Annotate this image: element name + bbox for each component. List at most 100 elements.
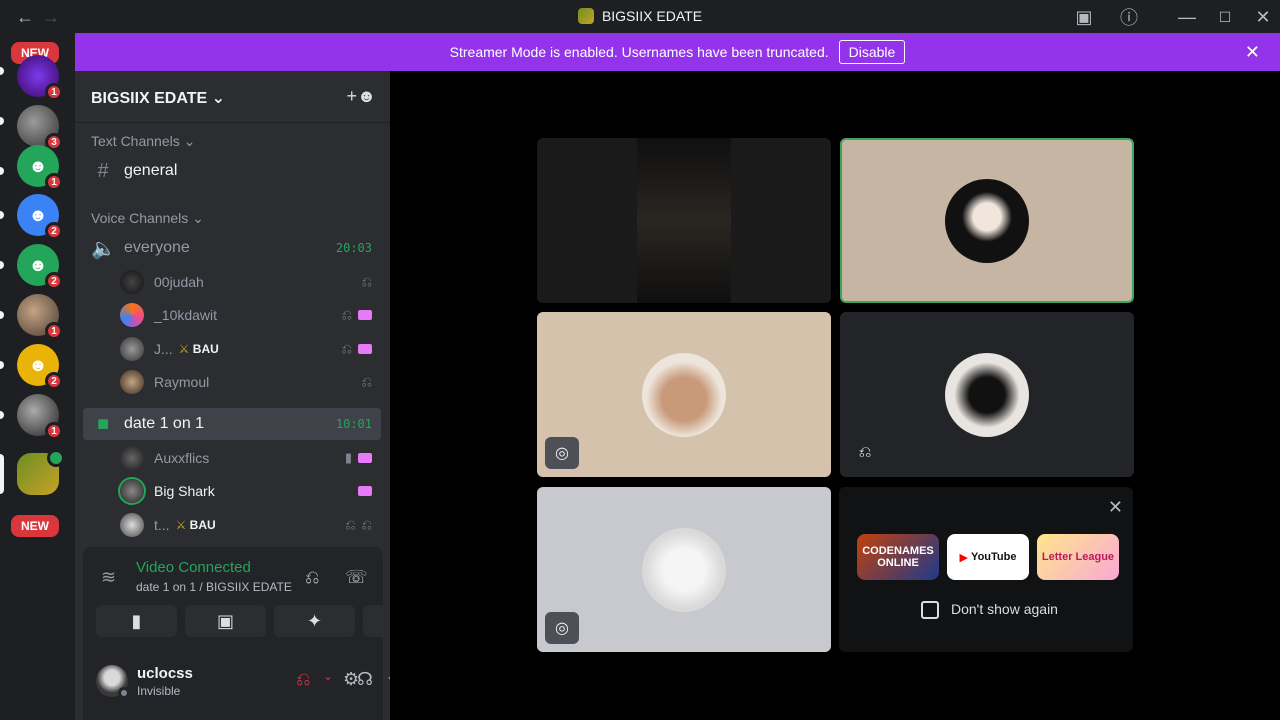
mic-muted-icon: ⎌ (341, 341, 352, 356)
lock-icon: ■ (96, 412, 110, 435)
video-tile-3[interactable]: ◎ (537, 312, 831, 477)
mic-muted-icon: ⎌ (858, 444, 872, 461)
activity-youtube[interactable]: ▶ YouTube (947, 534, 1029, 580)
stream-icon (358, 453, 372, 463)
server-icon-2[interactable]: 3 (17, 105, 63, 151)
avatar (120, 270, 144, 294)
unread-pill (0, 411, 4, 419)
voice-user[interactable]: t... ⚔ BAU ⎌ ⎌ (120, 510, 380, 540)
group-dm-icon-2[interactable]: ☻ 2 (17, 194, 63, 240)
close-banner-icon[interactable]: ✕ (1245, 42, 1260, 63)
username: Big Shark (154, 483, 215, 499)
server-icon-3[interactable]: 1 (17, 294, 63, 340)
activity-codenames[interactable]: CODENAMES ONLINE (857, 534, 939, 580)
voice-channel-everyone[interactable]: 🔈 everyone 20:03 (83, 232, 381, 264)
unread-pill (0, 67, 4, 75)
server-icon-4[interactable]: 1 (17, 394, 63, 440)
server-icon-bigsiix[interactable] (17, 449, 65, 495)
voice-user[interactable]: Auxxflics ▮ (120, 443, 380, 473)
close-window-icon[interactable]: ✕ (1250, 4, 1276, 30)
guild-header[interactable]: BIGSIIX EDATE ⌄ +☻ (75, 71, 390, 123)
mic-muted-icon: ⎌ (361, 374, 372, 389)
maximize-icon[interactable]: ☐ (1212, 4, 1238, 30)
stream-icon (358, 310, 372, 320)
mic-muted-icon: ⎌ (361, 274, 372, 289)
unread-pill (0, 167, 4, 175)
username: 00judah (154, 274, 204, 290)
channel-sidebar: BIGSIIX EDATE ⌄ +☻ Text Channels ⌄ # gen… (75, 71, 444, 720)
avatar (120, 370, 144, 394)
voice-user[interactable]: _10kdawit ⎌ (120, 300, 380, 330)
category-voice-channels[interactable]: Voice Channels ⌄ (91, 210, 204, 227)
video-tile-4[interactable]: ⎌ (840, 312, 1134, 477)
help-icon[interactable]: ⓘ (1116, 4, 1142, 30)
settings-gear-icon[interactable]: ⚙ (343, 669, 359, 690)
category-text-channels[interactable]: Text Channels ⌄ (91, 133, 195, 150)
activity-label: Letter League (1041, 551, 1115, 563)
signal-icon: ≋ (101, 567, 117, 587)
voice-user[interactable]: Big Shark (120, 476, 380, 506)
screen-share-button[interactable]: ▣ (185, 605, 266, 637)
username: Auxxflics (154, 450, 210, 466)
unread-pill (0, 117, 4, 125)
current-username[interactable]: uclocss (137, 665, 193, 682)
voice-user[interactable]: 00judah ⎌ (120, 267, 380, 297)
dont-show-again-label: Don't show again (951, 601, 1058, 617)
username: _10kdawit (154, 307, 218, 323)
avatar (120, 303, 144, 327)
noise-suppression-icon[interactable]: ⎌ (305, 567, 319, 588)
minimize-icon[interactable]: — (1174, 4, 1200, 30)
unread-pill (0, 261, 4, 269)
invite-people-icon[interactable]: +☻ (347, 86, 376, 107)
group-dm-icon-1[interactable]: ☻ 1 (17, 145, 63, 191)
category-label: Voice Channels (91, 210, 189, 226)
activities-button[interactable]: ✦ (274, 605, 355, 637)
voice-status[interactable]: Video Connected (136, 559, 251, 576)
unread-pill (0, 361, 4, 369)
disable-button[interactable]: Disable (838, 40, 906, 64)
guild-name[interactable]: BIGSIIX EDATE ⌄ (91, 88, 225, 108)
youtube-play-icon: ▶ (959, 551, 968, 564)
channel-name: date 1 on 1 (124, 415, 205, 432)
video-tile-1[interactable] (537, 138, 831, 303)
channel-general[interactable]: # general (83, 155, 381, 187)
video-tile-2-speaking[interactable] (840, 138, 1134, 303)
mic-muted-icon: ⎌ (341, 307, 352, 322)
avatar (120, 446, 144, 470)
channel-timer: 10:01 (335, 417, 372, 431)
avatar (120, 479, 144, 503)
stream-icon (358, 486, 372, 496)
voice-user[interactable]: Raymoul ⎌ (120, 367, 380, 397)
inbox-icon[interactable]: ▣ (1071, 4, 1097, 30)
live-video-feed (637, 138, 731, 303)
server-icon-1[interactable]: 1 (17, 55, 63, 101)
mention-badge: 2 (45, 222, 63, 240)
username: J... (154, 341, 173, 357)
new-badge-bottom: NEW (9, 513, 61, 539)
camera-toggle-button[interactable]: ▮ (96, 605, 177, 637)
voice-location[interactable]: date 1 on 1 / BIGSIIX EDATE (136, 580, 292, 594)
voice-user[interactable]: J... ⚔ BAU ⎌ (120, 334, 380, 364)
video-tile-5[interactable]: ◎ (537, 487, 831, 652)
mention-badge: 1 (45, 173, 63, 191)
sword-icon: ⚔ (178, 342, 190, 356)
disconnect-icon[interactable]: ☏ (345, 567, 368, 588)
camera-off-icon: ◎ (545, 612, 579, 644)
participant-avatar (945, 352, 1029, 437)
participant-avatar (945, 178, 1029, 263)
selected-pill (0, 454, 4, 494)
close-activities-icon[interactable]: ✕ (1108, 497, 1123, 518)
unread-pill (0, 311, 4, 319)
activity-letter-league[interactable]: Letter League (1037, 534, 1119, 580)
role-tag: ⚔ BAU (179, 342, 219, 356)
voice-channel-date-1-on-1[interactable]: ■ date 1 on 1 10:01 (83, 408, 381, 440)
dont-show-again-checkbox[interactable] (921, 601, 939, 619)
mic-muted-icon[interactable]: ⎌ (296, 669, 310, 690)
headphones-icon[interactable]: ☊ (357, 669, 373, 690)
group-dm-icon-4[interactable]: ☻ 2 (17, 344, 63, 390)
title-bar: ← → BIGSIIX EDATE ▣ ⓘ — ☐ ✕ (0, 0, 1280, 33)
mic-options-chevron-icon[interactable]: ⌄ (323, 669, 333, 683)
group-dm-icon-3[interactable]: ☻ 2 (17, 244, 63, 290)
category-label: Text Channels (91, 133, 180, 149)
mic-muted-icon: ⎌ (345, 517, 356, 532)
